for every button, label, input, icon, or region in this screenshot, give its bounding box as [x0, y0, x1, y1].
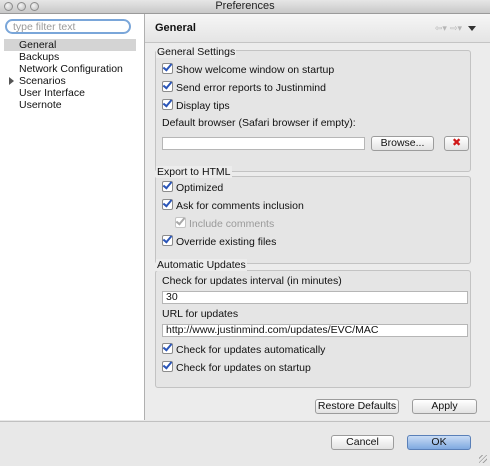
tree-item-user-interface[interactable]: User Interface — [4, 87, 136, 99]
checkbox-mark[interactable] — [162, 199, 173, 210]
include-comments-checkbox: Include comments — [175, 217, 274, 230]
expand-arrow-icon[interactable] — [9, 77, 14, 85]
checkbox-mark[interactable] — [162, 99, 173, 110]
red-x-icon: ✖ — [452, 137, 462, 149]
send-error-reports-checkbox[interactable]: Send error reports to Justinmind — [162, 81, 326, 94]
tree-item-label: Scenarios — [19, 75, 66, 87]
checkbox-label: Optimized — [176, 182, 224, 194]
checkbox-mark[interactable] — [162, 181, 173, 192]
check-updates-automatically-checkbox[interactable]: Check for updates automatically — [162, 343, 325, 356]
apply-button[interactable]: Apply — [412, 399, 477, 414]
checkbox-label: Show welcome window on startup — [176, 64, 335, 76]
checkbox-label: Override existing files — [176, 236, 277, 248]
page-header: General ⇦▾ ⇨▾ — [145, 14, 490, 43]
back-arrow-icon[interactable]: ⇦▾ — [435, 24, 447, 33]
forward-arrow-icon[interactable]: ⇨▾ — [450, 24, 462, 33]
window-titlebar: Preferences — [0, 0, 490, 14]
checkbox-label: Send error reports to Justinmind — [176, 82, 326, 94]
checkbox-label: Check for updates automatically — [176, 344, 326, 356]
optimized-checkbox[interactable]: Optimized — [162, 181, 223, 194]
tree-item-label: Usernote — [19, 99, 62, 111]
tree-item-label: Network Configuration — [19, 63, 123, 75]
view-menu-icon[interactable] — [468, 26, 476, 31]
restore-defaults-button[interactable]: Restore Defaults — [315, 399, 399, 414]
tree-item-general[interactable]: General — [4, 39, 136, 51]
tree-item-backups[interactable]: Backups — [4, 51, 136, 63]
checkbox-mark — [175, 217, 186, 228]
window-title: Preferences — [215, 0, 275, 12]
page-title: General — [155, 22, 196, 34]
update-interval-label: Check for updates interval (in minutes) — [162, 275, 342, 287]
resize-grip-icon[interactable] — [479, 455, 487, 463]
checkbox-label: Include comments — [189, 218, 275, 230]
update-interval-field[interactable]: 30 — [162, 291, 468, 304]
clear-browser-button[interactable]: ✖ — [444, 136, 469, 151]
checkbox-mark[interactable] — [162, 361, 173, 372]
checkbox-label: Check for updates on startup — [176, 362, 311, 374]
tree-item-usernote[interactable]: Usernote — [4, 99, 136, 111]
tree-item-label: General — [19, 39, 57, 51]
tree-item-scenarios[interactable]: Scenarios — [4, 75, 136, 87]
checkbox-mark[interactable] — [162, 63, 173, 74]
browse-button[interactable]: Browse... — [371, 136, 434, 151]
show-welcome-checkbox[interactable]: Show welcome window on startup — [162, 63, 334, 76]
checkbox-mark[interactable] — [162, 81, 173, 92]
tree-item-label: User Interface — [19, 87, 85, 99]
checkbox-label: Ask for comments inclusion — [176, 200, 304, 212]
tree-item-network-configuration[interactable]: Network Configuration — [4, 63, 136, 75]
checkbox-label: Display tips — [176, 100, 230, 112]
display-tips-checkbox[interactable]: Display tips — [162, 99, 230, 112]
dialog-button-bar: Cancel OK — [0, 421, 490, 466]
default-browser-field[interactable] — [162, 137, 365, 150]
check-updates-startup-checkbox[interactable]: Check for updates on startup — [162, 361, 311, 374]
checkbox-mark[interactable] — [162, 343, 173, 354]
update-url-field[interactable]: http://www.justinmind.com/updates/EVC/MA… — [162, 324, 468, 337]
default-browser-label: Default browser (Safari browser if empty… — [162, 117, 356, 129]
ok-button[interactable]: OK — [407, 435, 471, 450]
preferences-tree: General Backups Network Configuration Sc… — [4, 39, 136, 111]
filter-input[interactable] — [13, 21, 123, 32]
update-url-label: URL for updates — [162, 308, 239, 320]
override-files-checkbox[interactable]: Override existing files — [162, 235, 276, 248]
preferences-sidebar: General Backups Network Configuration Sc… — [0, 14, 145, 420]
preference-page: General ⇦▾ ⇨▾ General Settings Show welc… — [145, 14, 490, 420]
filter-field[interactable] — [5, 19, 131, 34]
ask-comments-checkbox[interactable]: Ask for comments inclusion — [162, 199, 304, 212]
tree-item-label: Backups — [19, 51, 60, 63]
page-nav: ⇦▾ ⇨▾ — [435, 24, 476, 33]
checkbox-mark[interactable] — [162, 235, 173, 246]
cancel-button[interactable]: Cancel — [331, 435, 394, 450]
